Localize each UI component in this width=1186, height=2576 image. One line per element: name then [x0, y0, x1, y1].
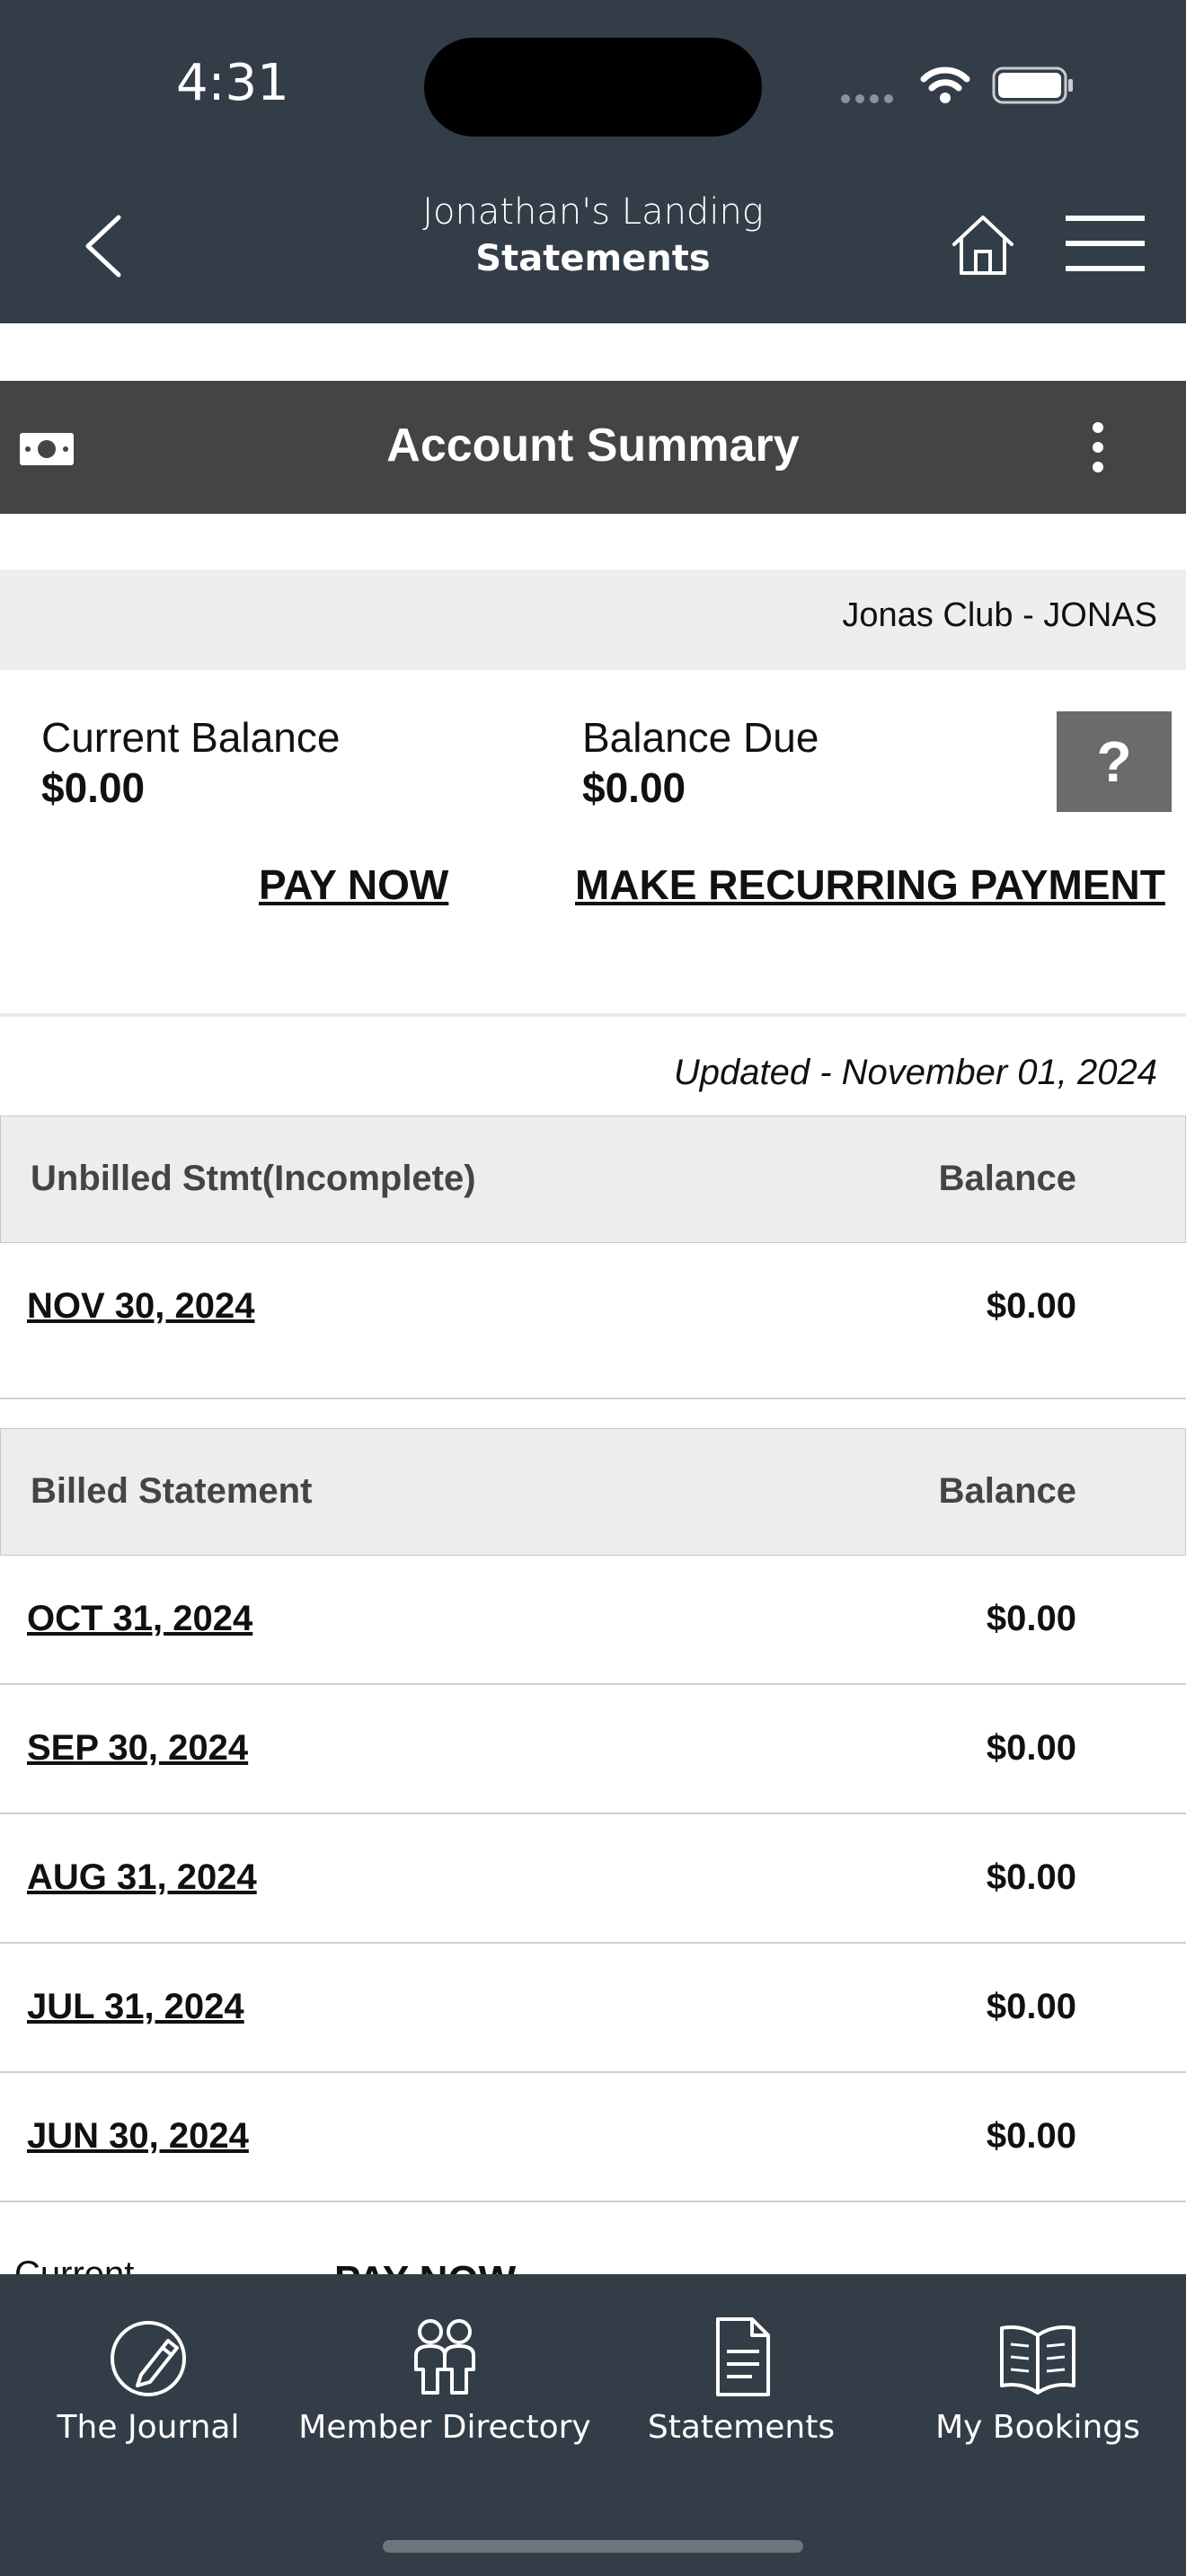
signal-icon: [841, 92, 902, 103]
statement-balance: $0.00: [986, 1987, 1076, 2026]
tab-label: My Bookings: [935, 2409, 1140, 2446]
tab-member-directory[interactable]: Member Directory: [296, 2314, 593, 2446]
document-icon: [716, 2317, 770, 2396]
hamburger-menu-icon[interactable]: [1064, 212, 1146, 275]
statement-date-link[interactable]: SEP 30, 2024: [27, 1728, 248, 1769]
statement-balance: $0.00: [986, 1857, 1076, 1897]
balance-due-label: Balance Due: [582, 714, 819, 761]
page-title: Statements: [475, 238, 711, 279]
people-icon: [414, 2319, 475, 2395]
back-icon[interactable]: [79, 212, 133, 280]
battery-icon: [992, 66, 1073, 104]
book-icon: [1000, 2325, 1075, 2395]
tab-my-bookings[interactable]: My Bookings: [890, 2314, 1186, 2446]
billed-balance-header: Balance: [938, 1471, 1076, 1511]
tab-label: The Journal: [57, 2409, 240, 2446]
dynamic-island: [424, 38, 762, 137]
club-title: Jonathan's Landing: [422, 191, 764, 233]
balance-due-value: $0.00: [582, 764, 686, 811]
tab-statements[interactable]: Statements: [593, 2314, 890, 2446]
unbilled-header-label: Unbilled Stmt(Incomplete): [31, 1159, 476, 1198]
billed-header-label: Billed Statement: [31, 1471, 313, 1511]
tab-label: Member Directory: [298, 2409, 591, 2446]
statement-date-link[interactable]: AUG 31, 2024: [27, 1857, 257, 1898]
statement-balance: $0.00: [986, 1286, 1076, 1326]
pay-now-link[interactable]: PAY NOW: [259, 860, 448, 909]
home-indicator[interactable]: [383, 2540, 803, 2553]
more-options-icon[interactable]: [1082, 420, 1114, 474]
statement-date-link[interactable]: NOV 30, 2024: [27, 1286, 255, 1327]
tab-the-journal[interactable]: The Journal: [0, 2314, 296, 2446]
wifi-icon: [920, 66, 970, 103]
statement-date-link[interactable]: JUN 30, 2024: [27, 2116, 249, 2157]
unbilled-balance-header: Balance: [938, 1159, 1076, 1198]
cash-icon: [20, 433, 74, 465]
divider: [0, 1013, 1186, 1017]
account-summary-title: Account Summary: [386, 419, 800, 472]
current-balance-label: Current Balance: [41, 714, 341, 761]
club-name: Jonas Club - JONAS: [842, 596, 1157, 634]
statement-date-link[interactable]: OCT 31, 2024: [27, 1599, 252, 1639]
statement-balance: $0.00: [986, 1728, 1076, 1768]
statement-balance: $0.00: [986, 2116, 1076, 2156]
current-balance-value: $0.00: [41, 764, 146, 811]
updated-date: Updated - November 01, 2024: [673, 1053, 1157, 1092]
recurring-payment-link[interactable]: MAKE RECURRING PAYMENT: [575, 860, 1165, 909]
nav-title: Jonathan's Landing Statements: [323, 189, 863, 282]
help-button[interactable]: ?: [1057, 711, 1172, 812]
tab-label: Statements: [647, 2409, 836, 2446]
home-icon[interactable]: [951, 212, 1015, 277]
journal-icon: [111, 2321, 186, 2396]
status-time: 4:31: [176, 54, 289, 112]
statement-date-link[interactable]: JUL 31, 2024: [27, 1987, 244, 2027]
statement-balance: $0.00: [986, 1599, 1076, 1638]
